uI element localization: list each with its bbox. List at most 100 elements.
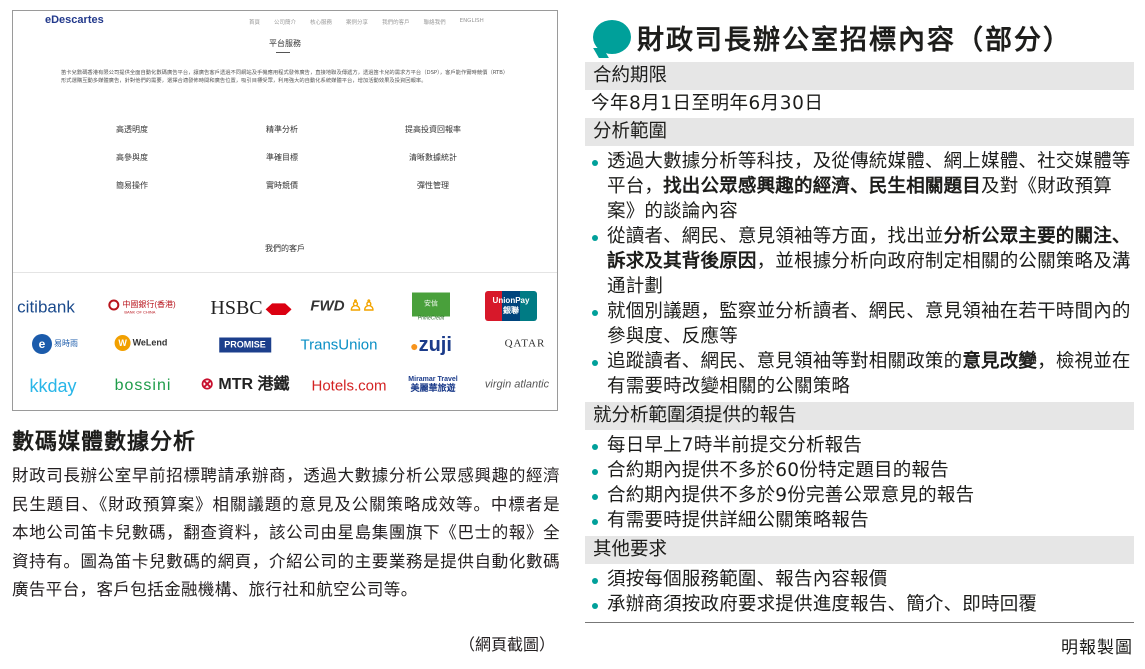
feature-item: 實時競價 xyxy=(266,181,298,190)
report-item: 每日早上7時半前提交分析報告 xyxy=(585,433,1134,458)
transunion-logo: TransUnion xyxy=(300,336,378,354)
welend-logo: W WeLend xyxy=(114,335,168,351)
panel-bottom-rule xyxy=(585,622,1134,623)
screenshot-caption: （網頁截圖） xyxy=(458,635,555,654)
unionpay-logo: UnionPay 銀聯 xyxy=(485,291,537,321)
scope-item: 透過大數據分析等科技，及從傳統媒體、網上媒體、社交媒體等平台，找出公眾感興趣的經… xyxy=(585,149,1134,224)
edescartes-logo: eDescartes xyxy=(45,14,104,26)
scope-text: 從讀者、網民、意見領袖等方面，找出並 xyxy=(607,226,944,247)
panel-header: 財政司長辦公室招標內容（部分） xyxy=(585,10,1134,62)
platform-intro: 笛卡兒數碼香港有限公司提供全面自動化數碼廣告平台，讓廣告客戶透過不同網站及手機應… xyxy=(61,70,506,85)
boc-seal-icon xyxy=(108,299,120,311)
miramar-name-cn: 美麗華旅遊 xyxy=(410,382,456,393)
bank-of-china-logo: 中國銀行(香港) BANK OF CHINA xyxy=(108,299,176,315)
speech-bubble-icon xyxy=(593,20,631,54)
mtr-symbol-icon: ⊗ xyxy=(200,376,214,393)
nav-item: ENGLISH xyxy=(459,18,484,24)
report-text: 每日早上7時半前提交分析報告 xyxy=(607,435,863,456)
bullet-icon xyxy=(592,519,598,525)
zuji-logo: ●zuji xyxy=(410,335,452,355)
bossini-logo: bossini xyxy=(114,377,172,394)
period-value: 今年8月1日至明年6月30日 xyxy=(591,93,824,114)
egg-e-icon: e xyxy=(32,334,52,354)
unionpay-name: UnionPay xyxy=(492,296,530,305)
bullet-icon xyxy=(592,444,598,450)
client-logos: citibank 中國銀行(香港) BANK OF CHINA HSBC FWD… xyxy=(13,281,557,410)
platform-services-title: 平台服務 xyxy=(269,39,301,48)
tender-panel: 財政司長辦公室招標內容（部分） 合約期限 今年8月1日至明年6月30日 分析範圍… xyxy=(585,10,1134,623)
hotels-com-logo: Hotels.com xyxy=(311,377,387,395)
welend-name: WeLend xyxy=(132,337,168,348)
feature-item: 高透明度 xyxy=(116,125,148,134)
bullet-icon xyxy=(592,469,598,475)
feature-item: 彈性管理 xyxy=(417,181,449,190)
report-text: 合約期內提供不多於60份特定題目的報告 xyxy=(607,460,949,481)
fwd-name: FWD xyxy=(310,297,345,315)
our-clients-title: 我們的客戶 xyxy=(265,244,305,253)
section-heading-reports: 就分析範圍須提供的報告 xyxy=(585,402,1134,430)
primecredit-badge: 安信 xyxy=(412,292,450,317)
graphic-credit: 明報製圖 xyxy=(1061,638,1133,658)
feature-item: 清晰數據統計 xyxy=(409,153,457,162)
feature-item: 提高投資回報率 xyxy=(405,125,461,134)
website-nav: 首頁 公司簡介 核心服務 案例分享 我們的客戶 聯絡我們 ENGLISH xyxy=(249,18,484,26)
fwd-logo: FWD ♙♙ xyxy=(310,299,375,314)
nav-item: 案例分享 xyxy=(346,20,369,26)
scope-emphasis: 意見改變 xyxy=(962,351,1038,372)
mtr-name: MTR 港鐵 xyxy=(218,376,290,393)
scope-item: 從讀者、網民、意見領袖等方面，找出並分析公眾主要的關注、訴求及其背後原因，並根據… xyxy=(585,224,1134,299)
website-screenshot: eDescartes 首頁 公司簡介 核心服務 案例分享 我們的客戶 聯絡我們 … xyxy=(12,10,558,411)
nav-item: 聯絡我們 xyxy=(423,20,446,26)
scope-text: 追蹤讀者、網民、意見領袖等對相關政策的 xyxy=(607,351,963,372)
egg-name: 易時雨 xyxy=(54,339,78,349)
hsbc-hexagon-icon xyxy=(265,303,292,316)
other-text: 承辦商須按政府要求提供進度報告、簡介、即時回覆 xyxy=(607,594,1038,615)
egg-finance-logo: e 易時雨 xyxy=(32,334,78,354)
zuji-name: zuji xyxy=(418,334,452,356)
qatar-airways-logo: QATAR xyxy=(504,337,546,350)
virgin-atlantic-logo: virgin atlantic xyxy=(484,378,550,391)
scope-text: 就個別議題，監察並分析讀者、網民、意見領袖在若干時間內的參與度、反應等 xyxy=(607,301,1131,347)
bullet-icon xyxy=(592,235,598,241)
report-item: 合約期內提供不多於60份特定題目的報告 xyxy=(585,458,1134,483)
report-item: 合約期內提供不多於9份完善公眾意見的報告 xyxy=(585,483,1134,508)
bullet-icon xyxy=(592,360,598,366)
scope-emphasis: 找出公眾感興趣的經濟、民生相關題目 xyxy=(663,176,982,197)
feature-item: 準確目標 xyxy=(266,153,298,162)
bullet-icon xyxy=(592,160,598,166)
other-text: 須按每個服務範圍、報告內容報價 xyxy=(607,569,888,590)
feature-item: 精準分析 xyxy=(266,125,298,134)
scope-item: 就個別議題，監察並分析讀者、網民、意見領袖在若干時間內的參與度、反應等 xyxy=(585,299,1134,349)
other-item: 承辦商須按政府要求提供進度報告、簡介、即時回覆 xyxy=(585,592,1134,617)
panel-title: 財政司長辦公室招標內容（部分） xyxy=(637,25,1072,56)
hsbc-logo: HSBC xyxy=(210,297,292,319)
feature-item: 簡易操作 xyxy=(116,181,148,190)
miramar-travel-logo: Miramar Travel 美麗華旅遊 xyxy=(408,376,457,394)
unionpay-name-cn: 銀聯 xyxy=(503,305,519,315)
bullet-icon xyxy=(592,494,598,500)
article-title: 數碼媒體數據分析 xyxy=(12,430,197,455)
scope-item: 追蹤讀者、網民、意見領袖等對相關政策的意見改變，檢視並在有需要時改變相關的公關策… xyxy=(585,349,1134,399)
citibank-logo: citibank xyxy=(17,297,75,317)
nav-item: 我們的客戶 xyxy=(382,20,410,26)
nav-item: 首頁 xyxy=(249,20,261,26)
nav-item: 公司簡介 xyxy=(274,20,297,26)
title-rule xyxy=(276,52,290,53)
scope-list: 透過大數據分析等科技，及從傳統媒體、網上媒體、社交媒體等平台，找出公眾感興趣的經… xyxy=(585,146,1134,402)
mtr-logo: ⊗ MTR 港鐵 xyxy=(201,377,290,393)
nav-item: 核心服務 xyxy=(310,20,333,26)
other-list: 須按每個服務範圍、報告內容報價 承辦商須按政府要求提供進度報告、簡介、即時回覆 xyxy=(585,564,1134,620)
section-heading-period: 合約期限 xyxy=(585,62,1134,90)
boc-name: 中國銀行(香港) xyxy=(122,300,176,310)
boc-name-en: BANK OF CHINA xyxy=(124,309,156,315)
feature-item: 高參與度 xyxy=(116,153,148,162)
promise-logo: PROMISE xyxy=(219,337,271,353)
hsbc-name: HSBC xyxy=(210,297,263,319)
kkday-logo: kkday xyxy=(29,376,77,396)
reports-list: 每日早上7時半前提交分析報告 合約期內提供不多於60份特定題目的報告 合約期內提… xyxy=(585,430,1134,536)
report-text: 有需要時提供詳細公關策略報告 xyxy=(607,510,869,531)
bullet-icon xyxy=(592,603,598,609)
bullet-icon xyxy=(592,310,598,316)
other-item: 須按每個服務範圍、報告內容報價 xyxy=(585,567,1134,592)
fwd-figure-icon: ♙♙ xyxy=(348,297,376,315)
